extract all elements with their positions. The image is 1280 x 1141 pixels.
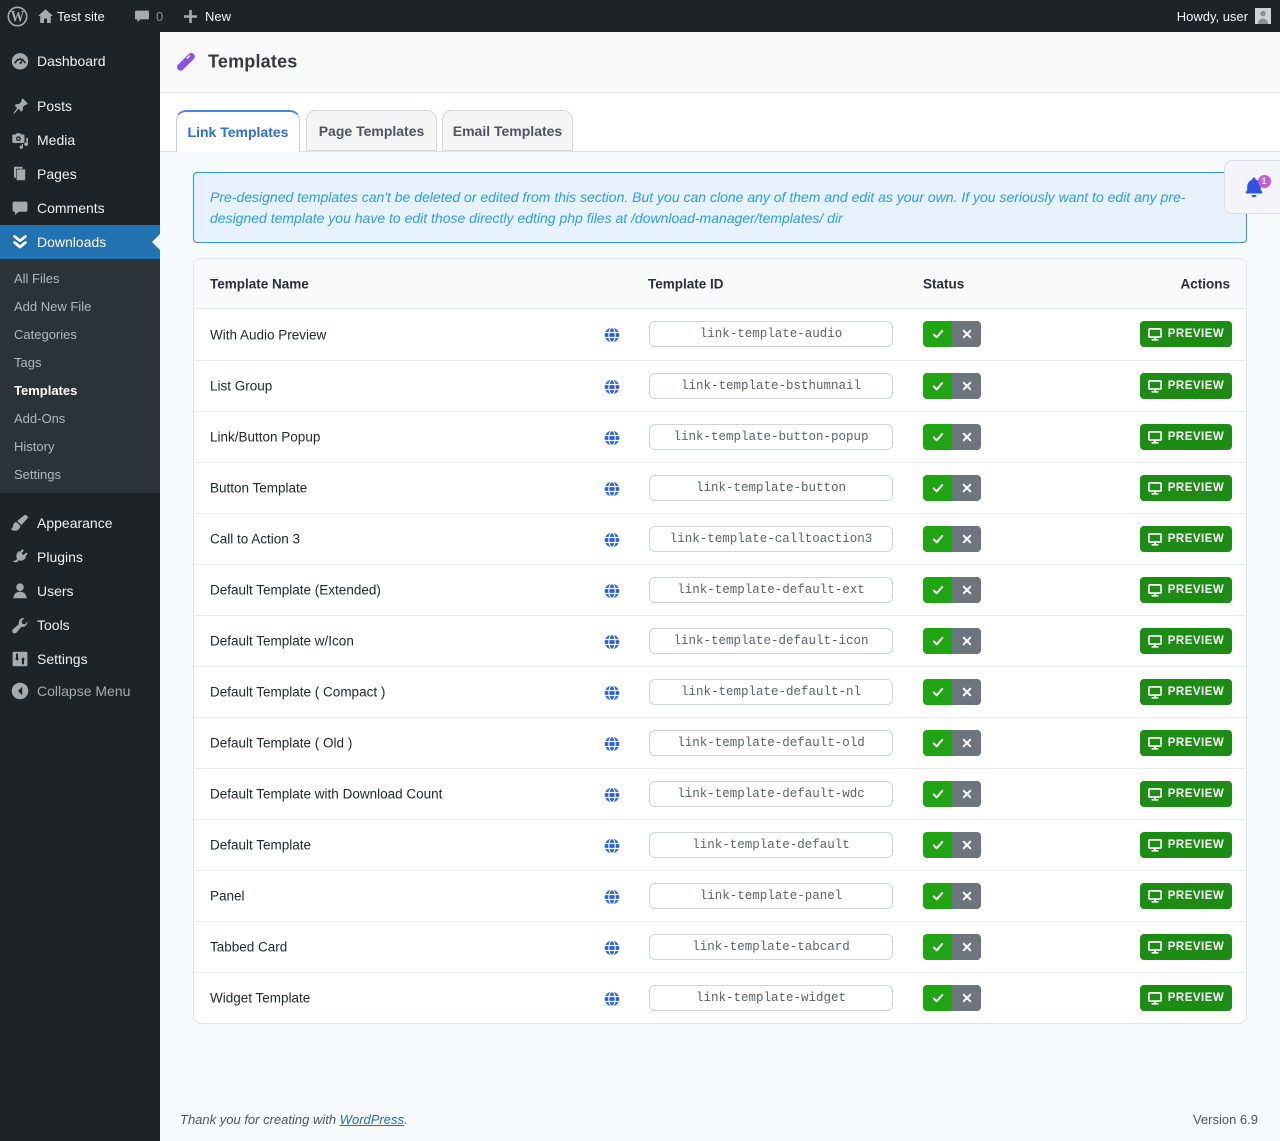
svg-text:W: W xyxy=(11,8,25,25)
